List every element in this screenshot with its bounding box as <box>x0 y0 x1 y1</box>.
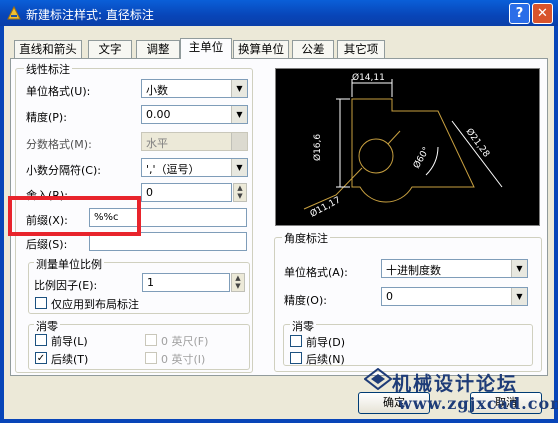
spin-up-icon[interactable]: ▲ <box>232 274 244 282</box>
angular-unit-format-select[interactable]: 十进制度数 ▼ <box>381 259 528 278</box>
watermark-text: 机械设计论坛 <box>392 373 519 395</box>
leading-zero-label: 前导(L) <box>51 335 88 348</box>
fraction-format-label: 分数格式(M): <box>26 138 92 151</box>
layout-only-label: 仅应用到布局标注 <box>51 298 139 311</box>
suffix-label: 后缀(S): <box>26 238 68 251</box>
precision-label: 精度(P): <box>26 111 67 124</box>
chevron-down-icon[interactable]: ▼ <box>231 80 247 97</box>
scale-title: 测量单位比例 <box>34 256 104 272</box>
window-frame <box>0 419 558 423</box>
chevron-down-icon[interactable]: ▼ <box>231 159 247 176</box>
dim-line-left <box>336 98 350 188</box>
angular-unit-format-label: 单位格式(A): <box>284 266 348 279</box>
preview-canvas: Ø14,11 Ø16,6 Ø21,28 Ø60° Ø11,17 <box>275 68 540 226</box>
highlight-box <box>8 196 141 236</box>
tab-text[interactable]: 文字 <box>88 40 132 58</box>
chevron-down-icon[interactable]: ▼ <box>511 260 527 277</box>
decimal-separator-label: 小数分隔符(C): <box>26 164 101 177</box>
angular-unit-format-value: 十进制度数 <box>386 264 441 277</box>
angular-leading-checkbox[interactable] <box>290 335 302 347</box>
spin-down-icon[interactable]: ▼ <box>232 282 244 290</box>
angular-dimensions-title: 角度标注 <box>282 230 330 246</box>
precision-value: 0.00 <box>146 108 171 121</box>
chevron-down-icon[interactable]: ▼ <box>231 106 247 123</box>
dim-text-left: Ø16,6 <box>312 134 323 161</box>
unit-format-value: 小数 <box>146 84 168 97</box>
fraction-format-select[interactable]: 水平 <box>141 132 248 151</box>
angular-precision-value: 0 <box>386 290 393 303</box>
round-off-spinner[interactable]: ▲ ▼ <box>233 183 247 202</box>
tab-fit[interactable]: 调整 <box>136 40 180 58</box>
tab-lines-arrows[interactable]: 直线和箭头 <box>14 40 82 58</box>
linear-dimensions-title: 线性标注 <box>24 61 72 77</box>
spin-down-icon[interactable]: ▼ <box>234 192 246 200</box>
window-frame <box>554 26 558 423</box>
angular-precision-select[interactable]: 0 ▼ <box>381 287 528 306</box>
title-bar[interactable]: 新建标注样式: 直径标注 <box>0 0 558 26</box>
trailing-zero-checkbox[interactable]: ✓ <box>35 352 47 364</box>
app-icon <box>7 5 21 20</box>
feet-zero-label: 0 英尺(F) <box>161 335 209 348</box>
angular-trailing-label: 后续(N) <box>306 353 345 366</box>
scale-factor-spinner[interactable]: ▲ ▼ <box>231 273 245 292</box>
scale-factor-label: 比例因子(E): <box>34 279 98 292</box>
dim-text-bottom: Ø11,17 <box>308 195 342 220</box>
close-button[interactable]: ✕ <box>532 3 553 24</box>
round-off-input[interactable]: 0 <box>141 183 232 202</box>
tab-other[interactable]: 其它项 <box>337 40 385 58</box>
angular-leading-label: 前导(D) <box>306 336 346 349</box>
decimal-separator-value: ','（逗号） <box>146 163 200 176</box>
unit-format-label: 单位格式(U): <box>26 85 91 98</box>
preview-circle <box>358 138 394 174</box>
angular-trailing-checkbox[interactable] <box>290 352 302 364</box>
window-title: 新建标注样式: 直径标注 <box>26 8 154 22</box>
tab-alternate-units[interactable]: 换算单位 <box>233 40 289 58</box>
precision-select[interactable]: 0.00 ▼ <box>141 105 248 124</box>
fraction-format-value: 水平 <box>146 137 168 150</box>
unit-format-select[interactable]: 小数 ▼ <box>141 79 248 98</box>
inches-zero-checkbox[interactable] <box>145 352 157 364</box>
tab-tolerances[interactable]: 公差 <box>292 40 334 58</box>
chevron-down-icon[interactable]: ▼ <box>511 288 527 305</box>
decimal-separator-select[interactable]: ','（逗号） ▼ <box>141 158 248 177</box>
leading-zero-checkbox[interactable] <box>35 334 47 346</box>
inches-zero-label: 0 英寸(I) <box>161 353 206 366</box>
tab-primary-units[interactable]: 主单位 <box>180 38 232 59</box>
dimension-preview: Ø14,11 Ø16,6 Ø21,28 Ø60° Ø11,17 <box>303 72 503 220</box>
angular-precision-label: 精度(O): <box>284 294 327 307</box>
dim-line-right <box>451 120 503 188</box>
layout-only-checkbox[interactable] <box>35 297 47 309</box>
dim-text-angle: Ø60° <box>411 145 432 170</box>
preview-outline <box>351 98 475 203</box>
angular-zero-suppression-title: 消零 <box>290 318 316 334</box>
leader-line <box>387 130 401 145</box>
watermark-url: www.zgjxcad.com <box>398 394 558 413</box>
trailing-zero-label: 后续(T) <box>51 353 89 366</box>
scale-factor-value: 1 <box>147 276 154 289</box>
zero-suppression-title: 消零 <box>34 318 60 334</box>
chevron-down-icon[interactable] <box>231 133 247 150</box>
spin-up-icon[interactable]: ▲ <box>234 184 246 192</box>
feet-zero-checkbox[interactable] <box>145 334 157 346</box>
scale-factor-input[interactable]: 1 <box>142 273 230 292</box>
round-off-value: 0 <box>146 186 153 199</box>
dim-text-top: Ø14,11 <box>352 72 385 83</box>
help-button[interactable]: ? <box>509 3 530 24</box>
watermark-logo <box>364 368 392 390</box>
